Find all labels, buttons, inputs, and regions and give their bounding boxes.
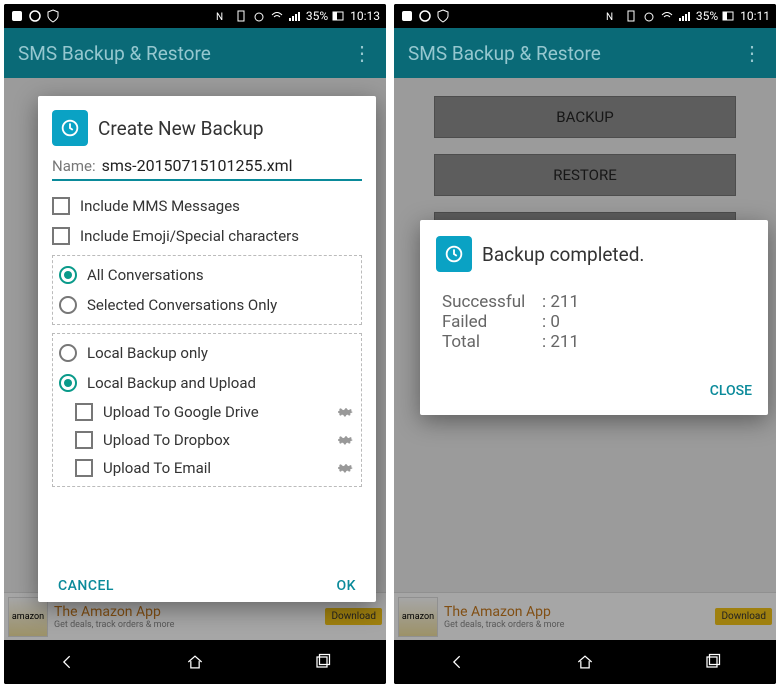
shield-icon <box>436 9 450 23</box>
app-bar: SMS Backup & Restore ⋮ <box>4 28 386 78</box>
battery-text: 35% <box>306 9 328 23</box>
recent-icon[interactable] <box>312 652 332 672</box>
cancel-button[interactable]: CANCEL <box>58 578 114 594</box>
name-value: sms-20150715101255.xml <box>102 156 293 175</box>
wifi-icon <box>270 9 284 23</box>
radio-selected-conversations[interactable]: Selected Conversations Only <box>59 290 355 320</box>
stat-total-value: : 211 <box>542 332 579 352</box>
nfc-icon: N <box>606 9 620 23</box>
checkbox-icon <box>52 227 70 245</box>
radio-local-and-upload[interactable]: Local Backup and Upload <box>59 368 355 398</box>
checkbox-icon <box>75 431 93 449</box>
radio-all-conversations[interactable]: All Conversations <box>59 260 355 290</box>
stat-failed-label: Failed <box>442 312 542 332</box>
radio-icon <box>59 296 77 314</box>
battery-icon <box>332 9 346 23</box>
stat-successful-value: : 211 <box>542 292 579 312</box>
notification-icon <box>400 9 414 23</box>
checkbox-icon <box>75 403 93 421</box>
notification-icon <box>10 9 24 23</box>
backup-stats: Successful: 211 Failed: 0 Total: 211 <box>436 282 752 362</box>
shield-icon <box>46 9 60 23</box>
sync-icon <box>418 9 432 23</box>
checkbox-include-emoji[interactable]: Include Emoji/Special characters <box>52 221 362 251</box>
gear-icon[interactable] <box>337 431 355 449</box>
stat-successful-label: Successful <box>442 292 542 312</box>
app-title: SMS Backup & Restore <box>18 42 211 65</box>
recent-icon[interactable] <box>702 652 722 672</box>
stat-failed-value: : 0 <box>542 312 560 332</box>
checkbox-include-mms[interactable]: Include MMS Messages <box>52 191 362 221</box>
alarm-icon <box>252 9 266 23</box>
signal-icon <box>678 9 692 23</box>
nav-bar <box>4 640 386 684</box>
home-icon[interactable] <box>185 652 205 672</box>
checkbox-icon <box>52 197 70 215</box>
gear-icon[interactable] <box>337 459 355 477</box>
radio-icon <box>59 344 77 362</box>
back-icon[interactable] <box>448 652 468 672</box>
vibrate-icon <box>624 9 638 23</box>
status-bar: N 35% 10:11 <box>394 4 776 28</box>
dialog-title: Backup completed. <box>482 243 644 266</box>
app-logo-icon <box>52 110 88 146</box>
name-label: Name: <box>52 157 96 175</box>
svg-text:N: N <box>216 12 223 23</box>
home-icon[interactable] <box>575 652 595 672</box>
app-logo-icon <box>436 236 472 272</box>
vibrate-icon <box>234 9 248 23</box>
overflow-menu-icon[interactable]: ⋮ <box>742 41 762 65</box>
checkbox-upload-drive[interactable]: Upload To Google Drive <box>59 398 355 426</box>
phone-screen-left: N 35% 10:13 SMS Backup & Restore ⋮ amazo… <box>4 4 386 684</box>
create-backup-dialog: Create New Backup Name: sms-201507151012… <box>38 96 376 602</box>
app-title: SMS Backup & Restore <box>408 42 601 65</box>
nav-bar <box>394 640 776 684</box>
backup-complete-dialog: Backup completed. Successful: 211 Failed… <box>420 220 768 415</box>
backup-name-field[interactable]: Name: sms-20150715101255.xml <box>52 156 362 181</box>
overflow-menu-icon[interactable]: ⋮ <box>352 41 372 65</box>
alarm-icon <box>642 9 656 23</box>
gear-icon[interactable] <box>337 403 355 421</box>
radio-local-only[interactable]: Local Backup only <box>59 338 355 368</box>
stat-total-label: Total <box>442 332 542 352</box>
status-bar: N 35% 10:13 <box>4 4 386 28</box>
checkbox-upload-email[interactable]: Upload To Email <box>59 454 355 482</box>
clock-text: 10:11 <box>740 9 770 23</box>
sync-icon <box>28 9 42 23</box>
ok-button[interactable]: OK <box>337 578 357 594</box>
clock-text: 10:13 <box>350 9 380 23</box>
battery-icon <box>722 9 736 23</box>
radio-selected-icon <box>59 374 77 392</box>
wifi-icon <box>660 9 674 23</box>
nfc-icon: N <box>216 9 230 23</box>
checkbox-upload-dropbox[interactable]: Upload To Dropbox <box>59 426 355 454</box>
battery-text: 35% <box>696 9 718 23</box>
radio-selected-icon <box>59 266 77 284</box>
checkbox-icon <box>75 459 93 477</box>
signal-icon <box>288 9 302 23</box>
close-button[interactable]: CLOSE <box>710 383 752 399</box>
dialog-title: Create New Backup <box>98 117 264 140</box>
phone-screen-right: N 35% 10:11 SMS Backup & Restore ⋮ BACKU… <box>394 4 776 684</box>
svg-text:N: N <box>606 12 613 23</box>
app-bar: SMS Backup & Restore ⋮ <box>394 28 776 78</box>
back-icon[interactable] <box>58 652 78 672</box>
